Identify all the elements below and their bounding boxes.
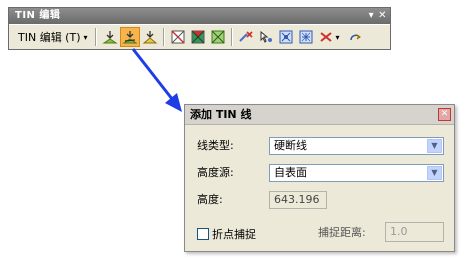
toolbar-body: TIN 编辑 (T) ▾ ▾ [9, 24, 390, 49]
snap-distance-label: 捕捉距离: [318, 226, 366, 239]
tin-add-points-icon [101, 31, 118, 44]
tin-delete-button[interactable] [316, 27, 336, 47]
line-type-value: 硬断线 [274, 139, 307, 152]
tin-zoom-node-icon [299, 30, 313, 44]
tin-zoom-node-button[interactable] [296, 27, 316, 47]
tin-delete-dropdown[interactable]: ▾ [336, 33, 345, 42]
tin-flip-edge-button[interactable] [208, 27, 228, 47]
line-type-label: 线类型: [197, 139, 234, 152]
height-source-select[interactable]: 自表面 ▼ [269, 164, 444, 182]
close-icon[interactable]: ✕ [438, 108, 451, 121]
tin-fill-triangle-icon [191, 30, 205, 44]
checkbox-box[interactable] [197, 228, 209, 240]
tin-add-polygon-button[interactable] [140, 27, 160, 47]
tin-editing-toolbar: TIN 编辑 ▾ ✕ TIN 编辑 (T) ▾ ▾ [8, 7, 391, 50]
tin-flip-edge-icon [211, 30, 225, 44]
toolbar-title-bar[interactable]: TIN 编辑 ▾ ✕ [9, 8, 390, 24]
snap-distance-input[interactable]: 1.0 [385, 222, 444, 242]
tin-delete-node-icon [238, 31, 253, 42]
chevron-down-icon[interactable]: ▼ [427, 166, 442, 180]
chevron-down-icon: ▾ [83, 32, 88, 42]
toolbar-separator [230, 28, 233, 46]
vertex-snap-label: 折点捕捉 [212, 228, 256, 241]
tin-delete-icon [319, 32, 332, 42]
tin-move-node-button[interactable] [256, 27, 276, 47]
tin-add-line-button[interactable] [119, 27, 140, 47]
add-tin-line-dialog: 添加 TIN 线 ✕ 线类型: 硬断线 ▼ 高度源: 自表面 ▼ 高度: 643… [184, 104, 455, 252]
toolbar-close-icon[interactable]: ✕ [378, 8, 387, 24]
height-source-value: 自表面 [274, 166, 307, 179]
dialog-title-bar[interactable]: 添加 TIN 线 ✕ [185, 105, 454, 125]
line-type-select[interactable]: 硬断线 ▼ [269, 137, 444, 155]
dialog-title: 添加 TIN 线 [190, 108, 252, 121]
tin-fill-triangle-button[interactable] [188, 27, 208, 47]
chevron-down-icon[interactable]: ▼ [427, 139, 442, 153]
toolbar-title: TIN 编辑 [15, 10, 61, 21]
height-label: 高度: [197, 193, 223, 206]
tin-add-line-icon [121, 31, 138, 44]
tin-move-node-icon [260, 30, 272, 43]
tin-select-node-button[interactable] [276, 27, 296, 47]
height-source-label: 高度源: [197, 166, 234, 179]
tin-select-node-icon [279, 30, 293, 44]
tin-add-points-button[interactable] [100, 27, 120, 47]
tin-add-polygon-icon [142, 31, 157, 44]
toolbar-separator [94, 28, 97, 46]
tin-delete-triangle-icon [171, 30, 185, 44]
toolbar-options-icon[interactable]: ▾ [369, 8, 375, 24]
vertex-snap-checkbox[interactable]: 折点捕捉 [197, 226, 256, 242]
tin-delete-triangle-button[interactable] [168, 27, 188, 47]
tin-editing-menu-label: TIN 编辑 (T) [18, 31, 81, 44]
height-field: 643.196 [269, 191, 327, 209]
tin-editing-menu[interactable]: TIN 编辑 (T) ▾ [14, 27, 92, 47]
tin-delete-node-button[interactable] [236, 27, 256, 47]
tin-undo-icon [349, 34, 361, 41]
tin-undo-button[interactable] [345, 27, 365, 47]
toolbar-separator [162, 28, 165, 46]
